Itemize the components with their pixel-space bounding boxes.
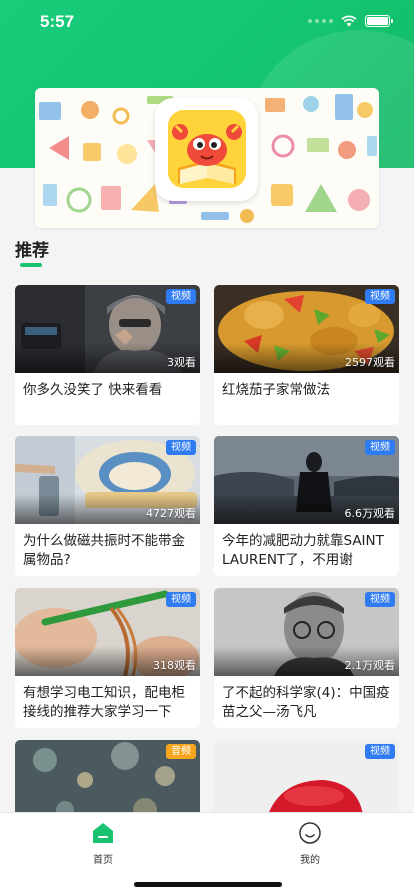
home-indicator xyxy=(134,882,282,887)
video-card[interactable]: 视频 4727观看 为什么做磁共振时不能带金属物品? xyxy=(15,436,200,576)
tab-home[interactable]: 首页 xyxy=(63,821,143,866)
video-title: 红烧茄子家常做法 xyxy=(222,382,330,398)
tab-home-label: 首页 xyxy=(93,855,113,866)
view-count: 6.6万观看 xyxy=(344,507,396,520)
video-card[interactable]: 视频 xyxy=(214,740,399,812)
smiley-icon xyxy=(299,822,321,844)
video-card[interactable]: 视频 6.6万观看 今年的减肥动力就靠SAINT LAURENT了，不用谢 xyxy=(214,436,399,576)
view-count: 2.1万观看 xyxy=(344,659,396,672)
cellular-signal-icon xyxy=(308,19,333,23)
video-card[interactable]: 视频 2597观看 红烧茄子家常做法 xyxy=(214,285,399,425)
video-grid: 视频 3观看 你多久没笑了 快来看看 视频 2597观看 红烧茄子家常做法 视频… xyxy=(15,285,399,812)
audio-thumbnail: 音频 xyxy=(15,740,200,812)
video-title: 了不起的科学家(4)：中国疫苗之父—汤飞凡 xyxy=(222,685,390,720)
video-thumbnail: 视频 318观看 xyxy=(15,588,200,676)
tab-mine-label: 我的 xyxy=(300,855,320,866)
tab-mine[interactable]: 我的 xyxy=(270,821,350,866)
video-badge: 视频 xyxy=(365,289,395,304)
video-thumbnail: 视频 2.1万观看 xyxy=(214,588,399,676)
video-title: 今年的减肥动力就靠SAINT LAURENT了，不用谢 xyxy=(222,533,384,568)
video-thumbnail: 视频 6.6万观看 xyxy=(214,436,399,524)
video-card[interactable]: 视频 2.1万观看 了不起的科学家(4)：中国疫苗之父—汤飞凡 xyxy=(214,588,399,728)
view-count: 318观看 xyxy=(153,659,196,672)
video-thumbnail: 视频 4727观看 xyxy=(15,436,200,524)
crab-mascot-icon xyxy=(168,110,246,188)
video-badge: 视频 xyxy=(365,744,395,759)
video-title: 你多久没笑了 快来看看 xyxy=(23,382,163,398)
video-thumbnail: 视频 xyxy=(214,740,399,812)
video-badge: 视频 xyxy=(166,440,196,455)
battery-icon xyxy=(365,15,393,27)
view-count: 3观看 xyxy=(167,356,196,369)
audio-card[interactable]: 音频 xyxy=(15,740,200,812)
video-thumbnail: 视频 3观看 xyxy=(15,285,200,373)
video-badge: 视频 xyxy=(166,289,196,304)
video-thumbnail: 视频 2597观看 xyxy=(214,285,399,373)
app-logo xyxy=(155,98,258,201)
video-badge: 视频 xyxy=(166,592,196,607)
video-card[interactable]: 视频 318观看 有想学习电工知识，配电柜接线的推荐大家学习一下 xyxy=(15,588,200,728)
status-icons xyxy=(308,15,393,27)
video-title: 为什么做磁共振时不能带金属物品? xyxy=(23,533,185,568)
video-card[interactable]: 视频 3观看 你多久没笑了 快来看看 xyxy=(15,285,200,425)
home-icon xyxy=(93,823,113,843)
video-badge: 视频 xyxy=(365,592,395,607)
wifi-icon xyxy=(341,15,357,27)
status-bar: 5:57 xyxy=(0,0,414,44)
section-title: 推荐 xyxy=(15,241,49,261)
view-count: 2597观看 xyxy=(345,356,395,369)
video-badge: 视频 xyxy=(365,440,395,455)
status-time: 5:57 xyxy=(40,12,75,31)
audio-badge: 音频 xyxy=(166,744,196,759)
view-count: 4727观看 xyxy=(146,507,196,520)
section-title-underline xyxy=(20,263,42,267)
video-title: 有想学习电工知识，配电柜接线的推荐大家学习一下 xyxy=(23,685,185,720)
